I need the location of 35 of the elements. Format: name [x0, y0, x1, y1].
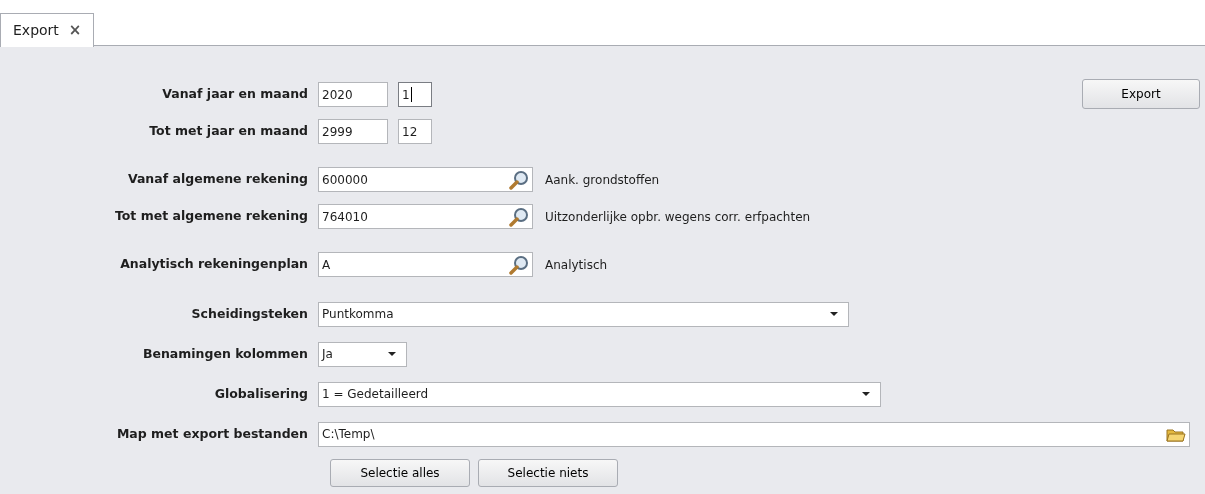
search-icon[interactable] [509, 169, 529, 190]
year-field[interactable]: 2020 [318, 82, 388, 107]
field-label: Globalisering [213, 384, 309, 403]
account-description: Aank. grondstoffen [545, 171, 660, 189]
close-icon[interactable]: × [68, 19, 82, 42]
lookup-field[interactable]: A [318, 252, 533, 277]
tab-label: Export [13, 21, 59, 40]
field-label: Scheidingsteken [190, 304, 309, 323]
field-label: Vanaf jaar en maand [161, 85, 309, 104]
search-icon[interactable] [509, 254, 529, 275]
year-field[interactable]: 2999 [318, 119, 388, 144]
month-field[interactable]: 1 [398, 82, 432, 107]
month-field[interactable]: 12 [398, 119, 432, 144]
field-label: Tot met algemene rekening [113, 207, 309, 226]
search-icon[interactable] [509, 206, 529, 227]
dropdown[interactable]: Ja [318, 341, 407, 367]
export-button[interactable]: Export [1082, 79, 1200, 109]
dropdown[interactable]: 1 = Gedetailleerd [318, 381, 881, 407]
caret-icon[interactable] [388, 352, 396, 356]
account-description: Analytisch [545, 256, 608, 274]
account-description: Uitzonderlijke opbr. wegens corr. erfpachten [545, 208, 811, 226]
caret-icon[interactable] [862, 392, 870, 396]
field-label: Tot met jaar en maand [148, 122, 309, 141]
folder-field[interactable]: C:\Temp\ [318, 421, 1190, 447]
lookup-field[interactable]: 764010 [318, 204, 533, 229]
field-label: Map met export bestanden [115, 424, 309, 443]
lookup-field[interactable]: 600000 [318, 167, 533, 192]
caret-icon[interactable] [830, 312, 838, 316]
tab[interactable]: Export × [0, 13, 95, 47]
selection-button[interactable]: Selectie niets [478, 459, 618, 487]
selection-button[interactable]: Selectie alles [330, 459, 470, 487]
field-label: Analytisch rekeningenplan [119, 255, 309, 274]
dropdown[interactable]: Puntkomma [318, 301, 849, 327]
field-label: Benamingen kolommen [141, 344, 309, 363]
field-label: Vanaf algemene rekening [126, 170, 309, 189]
